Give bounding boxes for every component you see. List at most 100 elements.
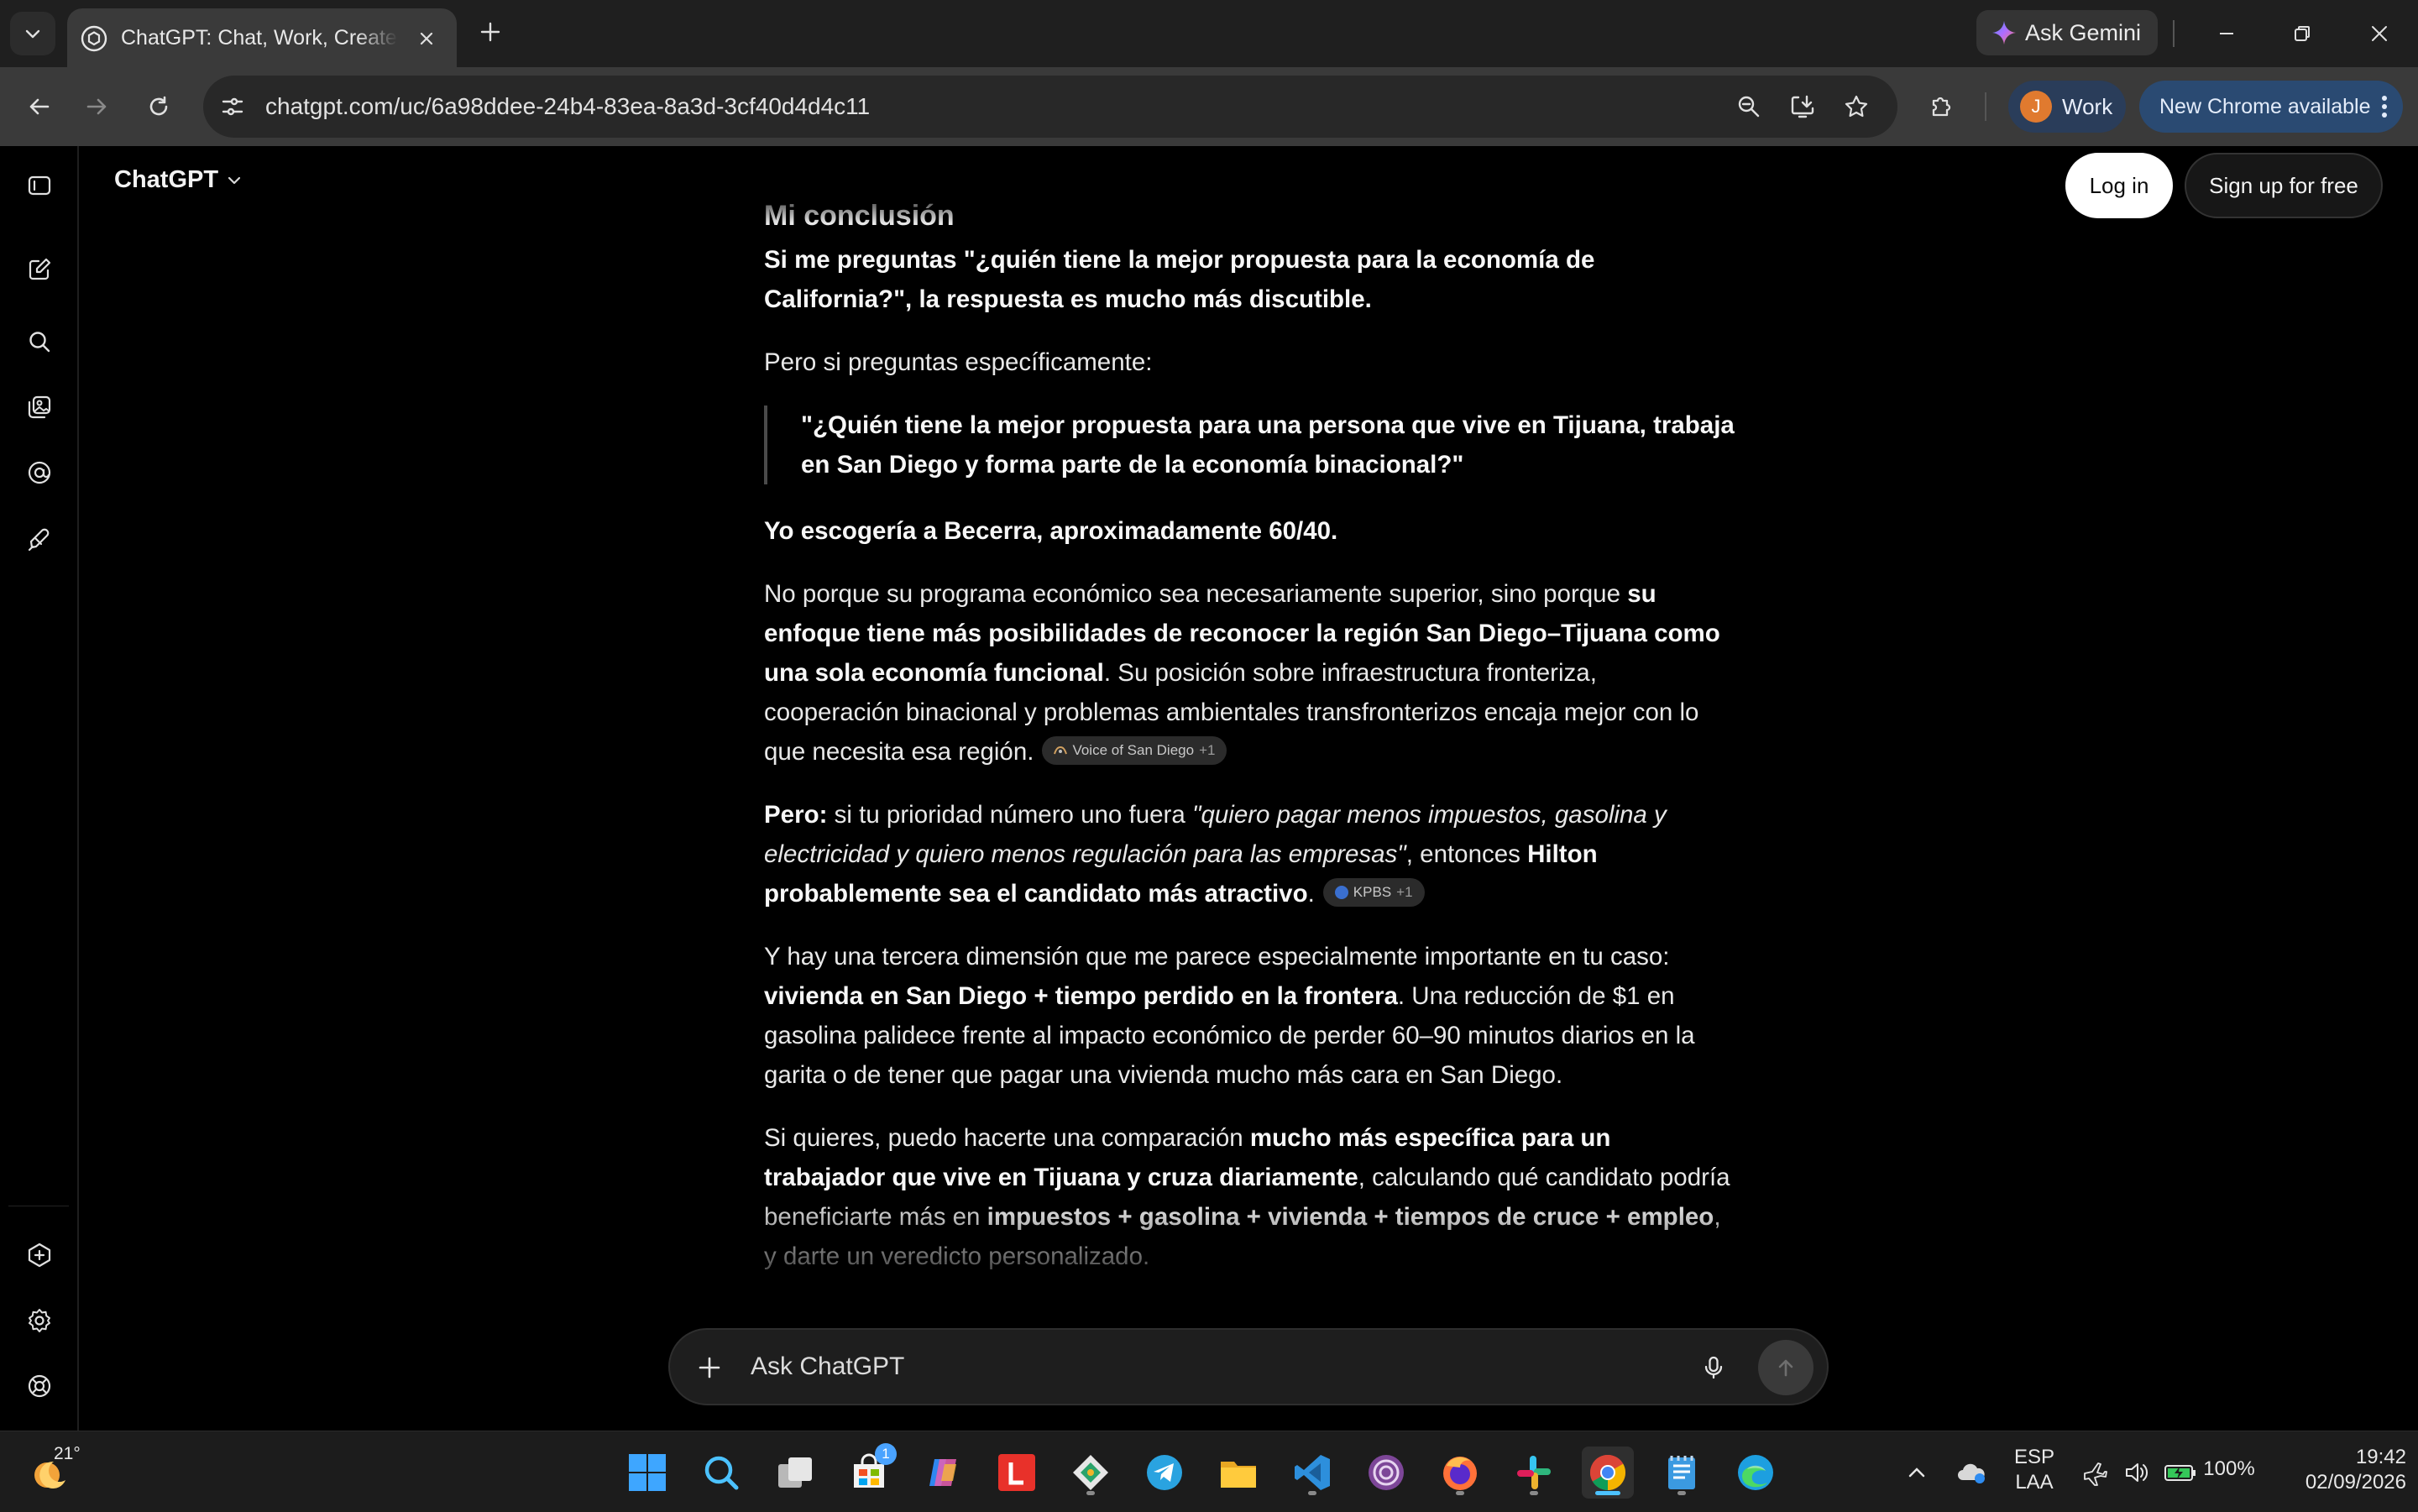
tab-close-button[interactable] [410, 22, 443, 55]
taskbar-notepad[interactable] [1656, 1447, 1708, 1499]
taskbar-chrome[interactable] [1582, 1447, 1634, 1499]
taskbar-store[interactable]: 1 [843, 1443, 897, 1499]
chevron-up-icon [1908, 1468, 1925, 1478]
taskbar-tor[interactable] [1360, 1447, 1412, 1499]
weather-widget[interactable]: 21° [29, 1444, 81, 1497]
restore-icon [2295, 26, 2310, 41]
taskbar-copilot[interactable] [917, 1447, 969, 1499]
back-button[interactable] [18, 86, 60, 128]
signup-button[interactable]: Sign up for free [2185, 153, 2383, 218]
bookmark-button[interactable] [1837, 87, 1876, 126]
taskbar-slack[interactable] [1508, 1447, 1560, 1499]
help-button[interactable] [22, 1368, 57, 1404]
taskbar-task-view[interactable] [769, 1447, 821, 1499]
taskbar-edge[interactable] [1730, 1447, 1782, 1499]
codex-button[interactable] [22, 522, 57, 557]
restore-button[interactable] [2277, 12, 2327, 55]
verdict-text: Yo escogería a Becerra, aproximadamente … [764, 517, 1338, 545]
images-icon [28, 395, 51, 419]
taskbar-file-explorer[interactable] [1212, 1447, 1264, 1499]
chrome-update-button[interactable]: New Chrome available [2139, 81, 2403, 133]
reload-button[interactable] [138, 86, 180, 128]
model-selector[interactable]: ChatGPT [114, 166, 243, 194]
taskbar-start[interactable] [621, 1447, 673, 1499]
taskbar-git-app[interactable] [1065, 1447, 1117, 1499]
clock[interactable]: 19:42 02/09/2026 [2302, 1445, 2406, 1495]
clock-date: 02/09/2026 [2305, 1471, 2406, 1494]
volume-icon [2126, 1463, 2148, 1482]
paragraph-offer: Si quieres, puedo hacerte una comparació… [764, 1118, 1738, 1276]
search-icon [704, 1456, 739, 1490]
tray-volume[interactable] [2116, 1447, 2158, 1499]
zoom-button[interactable] [1730, 87, 1768, 126]
sidebar-toggle-button[interactable] [22, 168, 57, 203]
settings-button[interactable] [22, 1303, 57, 1338]
paragraph-alternative: Pero: si tu prioridad número uno fuera "… [764, 795, 1738, 913]
send-arrow-icon [1778, 1359, 1793, 1377]
install-app-button[interactable] [1783, 87, 1822, 126]
taskbar-vscode[interactable] [1286, 1447, 1338, 1499]
extensions-button[interactable] [1921, 86, 1963, 128]
profile-button[interactable]: J Work [2008, 81, 2126, 133]
avatar: J [2020, 91, 2052, 123]
search-chats-button[interactable] [22, 324, 57, 359]
running-indicator [1677, 1491, 1686, 1495]
site-info-button[interactable] [213, 87, 252, 126]
tray-battery[interactable] [2159, 1447, 2201, 1499]
chevron-down-icon [25, 29, 40, 39]
tray-airplane[interactable] [2074, 1447, 2116, 1499]
minimize-button[interactable] [2201, 12, 2252, 55]
paragraph-reasoning: No porque su programa económico sea nece… [764, 574, 1738, 772]
tabstrip-divider [2173, 20, 2175, 47]
battery-percent: 100% [2203, 1457, 2255, 1480]
images-button[interactable] [22, 390, 57, 425]
close-window-button[interactable] [2354, 12, 2405, 55]
dictate-button[interactable] [1694, 1348, 1733, 1387]
source-favicon-icon [1334, 886, 1348, 900]
brand-title: ChatGPT [114, 166, 219, 193]
citation-source: Voice of San Diego [1072, 742, 1195, 759]
paragraph-verdict: Yo escogería a Becerra, aproximadamente … [764, 511, 1738, 551]
new-chat-icon [29, 258, 51, 280]
sidebar-toggle-icon [28, 175, 51, 196]
login-button[interactable]: Log in [2065, 153, 2173, 218]
bold-span: vivienda en San Diego + tiempo perdido e… [764, 982, 1398, 1010]
new-tab-button[interactable] [472, 13, 509, 50]
battery-icon [2164, 1465, 2196, 1481]
gemini-icon [1992, 21, 2016, 44]
taskbar-app-l[interactable] [991, 1447, 1043, 1499]
apps-button[interactable] [22, 455, 57, 490]
close-icon [420, 32, 433, 45]
address-bar[interactable]: chatgpt.com/uc/6a98ddee-24b4-83ea-8a3d-3… [203, 76, 1897, 138]
zoom-icon [1738, 96, 1760, 118]
browser-tab-strip: ChatGPT: Chat, Work, Create & Build Ask … [0, 0, 2418, 67]
bold-span: impuestos + gasolina + vivienda + tiempo… [987, 1203, 1714, 1231]
windows-taskbar: 21° 1 ESP LAA 100% 19:42 02/09/2026 [0, 1431, 2418, 1512]
site-info-icon [222, 97, 243, 116]
taskbar-telegram[interactable] [1138, 1447, 1191, 1499]
notepad-icon [1668, 1456, 1695, 1489]
citation-pill-voice-of-san-diego[interactable]: Voice of San Diego +1 [1042, 736, 1227, 766]
chatgpt-favicon [81, 25, 107, 52]
taskbar-firefox[interactable] [1434, 1447, 1486, 1499]
upgrade-button[interactable] [22, 1237, 57, 1273]
forward-button[interactable] [76, 86, 118, 128]
browser-tab-chatgpt[interactable]: ChatGPT: Chat, Work, Create & Build [67, 8, 457, 67]
intro-bold: Si me preguntas "¿quién tiene la mejor p… [764, 246, 1595, 313]
tab-search-button[interactable] [10, 12, 55, 55]
attach-button[interactable] [688, 1347, 730, 1389]
prompt-input[interactable]: Ask ChatGPT [751, 1330, 904, 1404]
tray-onedrive[interactable] [1948, 1447, 1995, 1499]
notification-badge: 1 [875, 1443, 897, 1465]
new-chat-button[interactable] [22, 252, 57, 287]
input-language[interactable]: ESP LAA [2005, 1445, 2064, 1495]
settings-icon [29, 1309, 50, 1332]
tray-overflow-button[interactable] [1892, 1447, 1941, 1499]
ask-gemini-button[interactable]: Ask Gemini [1976, 10, 2158, 55]
url-text[interactable]: chatgpt.com/uc/6a98ddee-24b4-83ea-8a3d-3… [265, 76, 870, 138]
taskbar-search[interactable] [695, 1447, 747, 1499]
running-indicator [1086, 1491, 1095, 1495]
send-button[interactable] [1758, 1340, 1814, 1395]
citation-pill-kpbs[interactable]: KPBS +1 [1322, 878, 1425, 908]
copilot-icon [929, 1459, 956, 1486]
